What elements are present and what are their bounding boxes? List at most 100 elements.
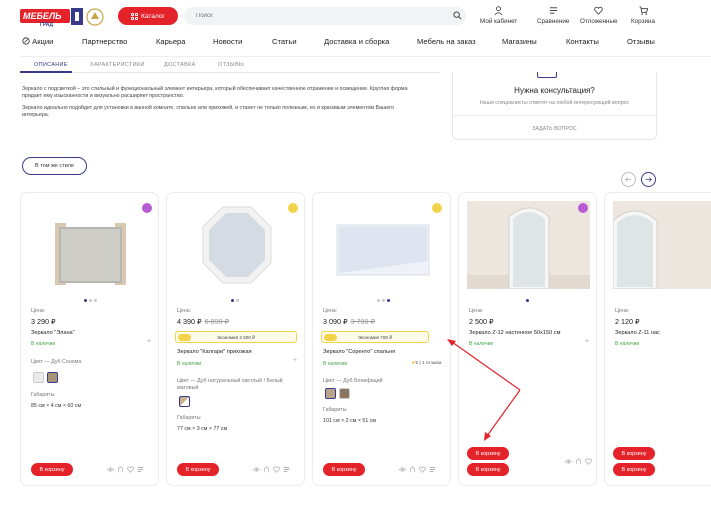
- tab-description[interactable]: ОПИСАНИЕ: [34, 62, 68, 68]
- tab-delivery[interactable]: ДОСТАВКА: [164, 62, 196, 68]
- nav-item-delivery[interactable]: Доставка и сборка: [324, 37, 389, 46]
- carousel-prev-button[interactable]: [621, 172, 636, 187]
- product-card[interactable]: Цена: 3 290 ₽ Зеркало "Элана" В наличии …: [20, 192, 159, 486]
- add-to-cart-button[interactable]: В корзину: [31, 463, 73, 476]
- tab-specs[interactable]: ХАРАКТЕРИСТИКИ: [90, 62, 145, 68]
- ask-question-link[interactable]: ЗАДАТЬ ВОПРОС: [453, 126, 656, 132]
- catalog-button[interactable]: Каталог: [118, 7, 178, 25]
- nav-item-articles[interactable]: Статьи: [272, 37, 297, 46]
- product-image[interactable]: [467, 201, 590, 289]
- color-swatch[interactable]: [339, 388, 350, 399]
- ar-icon[interactable]: [263, 466, 270, 473]
- image-dots[interactable]: [231, 299, 239, 302]
- price-value: 3 090 ₽: [323, 317, 348, 326]
- image-dots[interactable]: [84, 299, 97, 302]
- economy-badge: Экономия 2 500 ₽: [175, 331, 297, 343]
- eye-icon[interactable]: [399, 466, 406, 473]
- plus-icon[interactable]: +: [585, 338, 589, 345]
- cart-link[interactable]: Корзина: [631, 6, 655, 25]
- plus-icon[interactable]: +: [147, 338, 151, 345]
- account-label: Мой кабинет: [480, 18, 518, 25]
- logo[interactable]: МЕБЕЛЬ ГРАД: [20, 6, 110, 28]
- compare-icon[interactable]: [283, 466, 290, 473]
- rating[interactable]: ★5 | 1 отзыва: [411, 361, 441, 366]
- favorites-link[interactable]: Отложенные: [580, 6, 618, 25]
- color-swatch-selected[interactable]: [47, 372, 58, 383]
- eye-icon[interactable]: [107, 466, 114, 473]
- add-to-cart-button[interactable]: В корзину: [467, 447, 509, 460]
- search-input[interactable]: [184, 7, 466, 25]
- stock-status: В наличии: [323, 361, 348, 367]
- nav-item-partnership[interactable]: Партнерство: [82, 37, 127, 46]
- add-to-cart-button[interactable]: В корзину: [323, 463, 365, 476]
- add-to-cart-button-duplicate[interactable]: В корзину: [613, 463, 655, 476]
- price: 4 390 ₽6 890 ₽: [177, 317, 229, 326]
- add-to-cart-button[interactable]: В корзину: [613, 447, 655, 460]
- eye-icon[interactable]: [253, 466, 260, 473]
- search-icon[interactable]: [453, 11, 462, 20]
- product-name[interactable]: Зеркало "Соренто" спальня: [323, 349, 395, 355]
- product-name[interactable]: Зеркало "Элана": [31, 330, 75, 336]
- product-card[interactable]: Цена: 2 500 ₽ Зеркало Z-12 настенное 50х…: [458, 192, 597, 486]
- consultation-subtitle: Наши специалисты ответят на любой интере…: [479, 100, 630, 106]
- ar-icon[interactable]: [117, 466, 124, 473]
- color-swatch-selected[interactable]: [325, 388, 336, 399]
- color-swatch[interactable]: [33, 372, 44, 383]
- heart-icon[interactable]: [585, 458, 592, 465]
- product-name[interactable]: Зеркало Z-12 настенное 50х150 см: [469, 330, 560, 336]
- carousel-next-button[interactable]: [641, 172, 656, 187]
- color-swatch-selected[interactable]: [179, 396, 190, 407]
- account-link[interactable]: Мой кабинет: [480, 6, 517, 25]
- nav-item-contacts[interactable]: Контакты: [566, 37, 599, 46]
- card-actions: [107, 466, 144, 473]
- nav-item-stores[interactable]: Магазины: [502, 37, 537, 46]
- active-tab-indicator: [20, 71, 72, 73]
- product-card[interactable]: Цена: 4 390 ₽6 890 ₽ Экономия 2 500 ₽ Зе…: [166, 192, 305, 486]
- consultation-divider: [453, 115, 656, 116]
- dims-label: Габариты: [31, 392, 55, 398]
- color-label-text: Цвет: [323, 378, 335, 384]
- card-actions: [253, 466, 290, 473]
- add-to-cart-button-duplicate[interactable]: В корзину: [467, 463, 509, 476]
- product-image[interactable]: [613, 201, 711, 289]
- image-dots[interactable]: [377, 299, 390, 302]
- stock-status: В наличии: [469, 341, 494, 347]
- tab-reviews[interactable]: ОТЗЫВЫ: [218, 62, 244, 68]
- compare-icon[interactable]: [137, 466, 144, 473]
- price: 2 500 ₽: [469, 317, 494, 326]
- same-style-button[interactable]: В том же стиле: [22, 157, 87, 175]
- ar-icon[interactable]: [575, 458, 582, 465]
- compare-icon[interactable]: [429, 466, 436, 473]
- price-value: 2 120 ₽: [615, 317, 640, 326]
- nav-item-career[interactable]: Карьера: [156, 37, 186, 46]
- product-image[interactable]: [29, 201, 152, 289]
- product-image[interactable]: [321, 201, 444, 289]
- heart-icon[interactable]: [273, 466, 280, 473]
- nav-item-reviews[interactable]: Отзывы: [627, 37, 655, 46]
- discount-badge: [288, 203, 298, 213]
- ar-icon[interactable]: [409, 466, 416, 473]
- price-value: 4 390 ₽: [177, 317, 202, 326]
- product-image[interactable]: [175, 201, 298, 289]
- dims-value: 85 см × 4 см × 60 см: [31, 403, 82, 409]
- nav-item-news[interactable]: Новости: [213, 37, 242, 46]
- eye-icon[interactable]: [565, 458, 572, 465]
- plus-icon[interactable]: +: [293, 357, 297, 364]
- heart-icon[interactable]: [419, 466, 426, 473]
- dims-value: 101 см × 2 см × 51 см: [323, 418, 377, 424]
- nav-divider: [20, 56, 711, 57]
- product-name[interactable]: Зеркало "Калгари" прихожая: [177, 349, 252, 355]
- nav-item-promo[interactable]: Акции: [22, 37, 53, 46]
- product-card[interactable]: Цена: 3 090 ₽3 790 ₽ Экономия 700 ₽ Зерк…: [312, 192, 451, 486]
- product-name[interactable]: Зеркало Z-11 нас: [615, 330, 660, 336]
- heart-icon[interactable]: [127, 466, 134, 473]
- compare-link[interactable]: Сравнение: [537, 6, 569, 25]
- add-to-cart-button[interactable]: В корзину: [177, 463, 219, 476]
- nav-item-custom[interactable]: Мебель на заказ: [417, 37, 476, 46]
- svg-text:ГРАД: ГРАД: [40, 22, 54, 28]
- image-dots[interactable]: [526, 299, 529, 302]
- nav-item-promo-label: Акции: [32, 37, 54, 46]
- grid-icon: [131, 12, 139, 20]
- product-card[interactable]: Цена: 2 120 ₽ Зеркало Z-11 нас В наличии…: [604, 192, 711, 486]
- card-actions: [565, 458, 592, 465]
